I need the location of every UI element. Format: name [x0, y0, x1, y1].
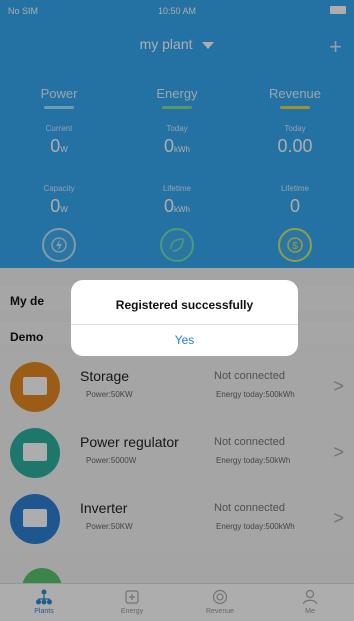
dialog-message: Registered successfully — [115, 298, 254, 312]
registration-success-dialog: Registered successfully Yes — [71, 280, 298, 356]
yes-button[interactable]: Yes — [71, 324, 298, 356]
